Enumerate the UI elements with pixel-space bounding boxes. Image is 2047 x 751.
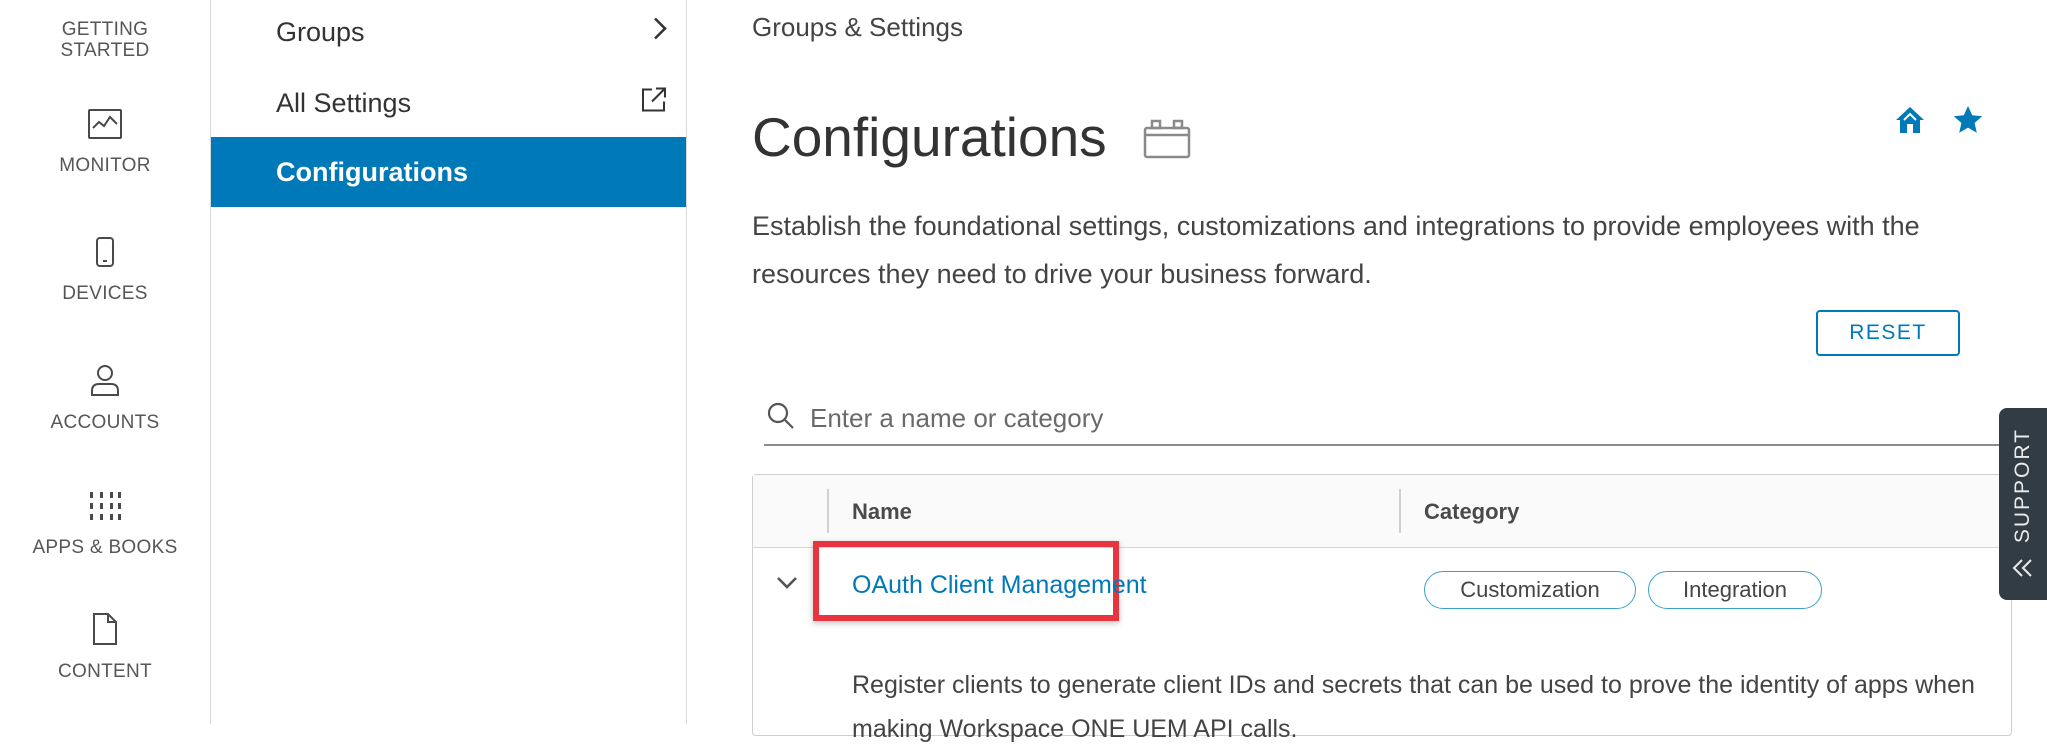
table-header: Name Category [753, 475, 2011, 548]
external-link-icon [640, 86, 668, 121]
settings-subnav: Groups All Settings Configurations [211, 0, 687, 724]
search-bar [764, 392, 2000, 446]
nav-devices[interactable]: DEVICES [0, 236, 210, 304]
subnav-item-groups[interactable]: Groups [211, 0, 686, 67]
main-nav-rail: GETTING STARTED MONITOR DEVICES ACCOUNTS… [0, 0, 211, 724]
subnav-item-label: Groups [276, 16, 365, 47]
main-content: Groups & Settings Configurations Establi… [687, 0, 2047, 743]
subnav-item-all-settings[interactable]: All Settings [211, 68, 686, 138]
page-title: Configurations [752, 106, 1107, 168]
search-icon [764, 401, 796, 436]
getting-started-icon [0, 0, 210, 11]
support-label: SUPPORT [2011, 428, 2034, 544]
nav-content-label: CONTENT [58, 661, 152, 682]
oauth-client-management-link[interactable]: OAuth Client Management [852, 571, 1147, 600]
row-description: Register clients to generate client IDs … [852, 671, 1975, 743]
nav-getting-started[interactable]: GETTING STARTED [0, 0, 210, 61]
configurations-icon [1142, 118, 1192, 165]
support-tab[interactable]: SUPPORT [1999, 408, 2047, 600]
category-tag: Customization [1424, 571, 1636, 609]
nav-getting-started-label: GETTING STARTED [60, 19, 150, 61]
configurations-table: Name Category OAuth Client Management Cu… [752, 474, 2012, 743]
column-separator [827, 489, 829, 533]
subnav-item-label: All Settings [276, 87, 412, 118]
page-actions [1894, 104, 1984, 141]
device-icon [0, 236, 210, 273]
page-description: Establish the foundational settings, cus… [752, 211, 1920, 289]
nav-devices-label: DEVICES [62, 283, 148, 304]
subnav-item-label: Configurations [276, 156, 468, 187]
search-input[interactable] [808, 401, 1962, 435]
column-header-category[interactable]: Category [1424, 499, 1519, 525]
document-icon [0, 612, 210, 651]
nav-apps-books[interactable]: APPS & BOOKS [0, 490, 210, 558]
home-icon[interactable] [1894, 104, 1926, 141]
nav-monitor[interactable]: MONITOR [0, 108, 210, 176]
nav-apps-books-label: APPS & BOOKS [32, 537, 178, 558]
nav-accounts[interactable]: ACCOUNTS [0, 363, 210, 433]
reset-button[interactable]: RESET [1816, 310, 1960, 356]
nav-accounts-label: ACCOUNTS [50, 412, 160, 433]
column-header-name[interactable]: Name [852, 499, 912, 525]
chevron-down-icon[interactable] [775, 575, 799, 596]
user-icon [0, 363, 210, 402]
monitor-icon [0, 108, 210, 145]
double-chevron-left-icon [2012, 559, 2032, 577]
subnav-item-configurations[interactable]: Configurations [211, 137, 686, 207]
nav-monitor-label: MONITOR [59, 155, 151, 176]
breadcrumb[interactable]: Groups & Settings [752, 12, 963, 43]
chevron-right-icon [652, 16, 668, 49]
apps-grid-icon [0, 490, 210, 527]
category-tag: Integration [1648, 571, 1822, 609]
favorite-star-icon[interactable] [1952, 104, 1984, 141]
nav-content[interactable]: CONTENT [0, 612, 210, 682]
column-separator[interactable] [1399, 489, 1401, 533]
